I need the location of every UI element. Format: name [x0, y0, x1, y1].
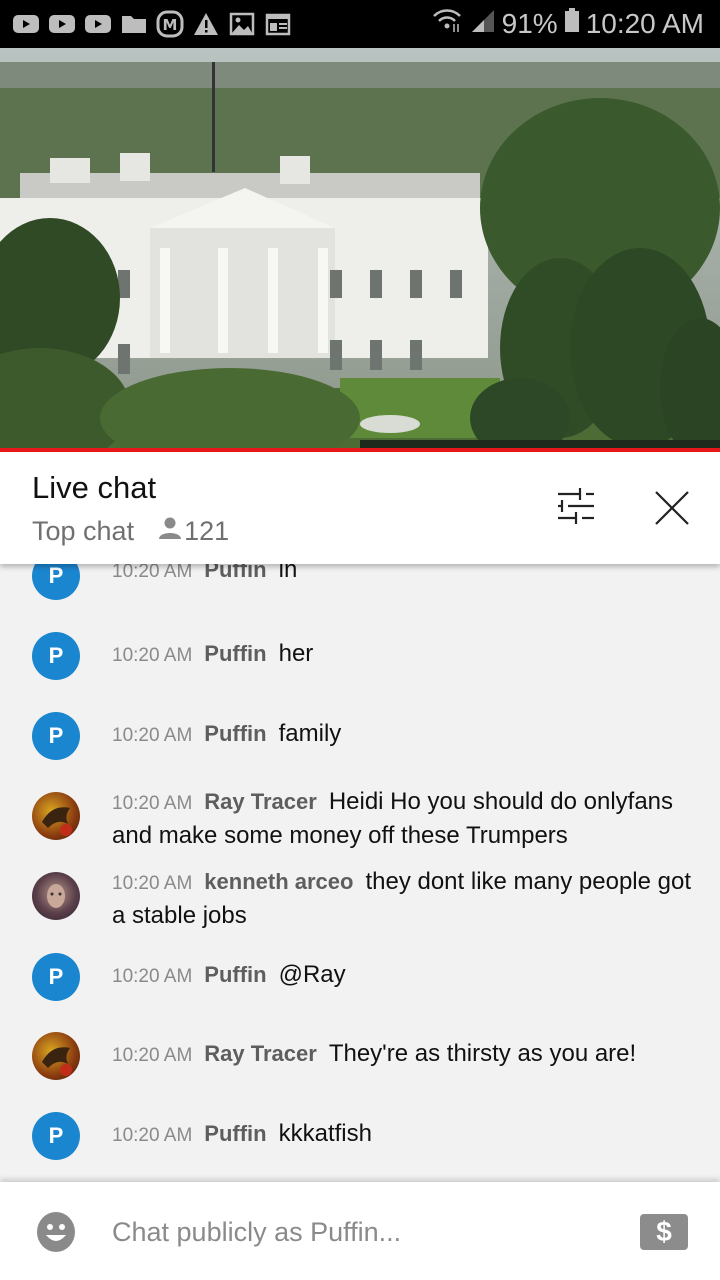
- emoji-button[interactable]: [36, 1212, 76, 1252]
- svg-text:M: M: [163, 16, 178, 34]
- message-author[interactable]: Puffin: [204, 641, 266, 666]
- live-chat-header: Live chat Top chat 121: [0, 452, 720, 564]
- person-icon: [158, 516, 184, 547]
- avatar[interactable]: [32, 792, 80, 840]
- live-chat-title: Live chat: [32, 470, 157, 505]
- warning-icon: [192, 10, 220, 38]
- youtube-icon: [84, 10, 112, 38]
- viewer-count: 121: [158, 516, 229, 547]
- avatar[interactable]: P: [32, 564, 80, 600]
- message-author[interactable]: Puffin: [204, 564, 266, 582]
- message-text: her: [278, 640, 314, 667]
- status-bar: M 91% 10:20 AM: [0, 0, 720, 48]
- message-text: in: [278, 564, 298, 583]
- message-text: They're as thirsty as you are!: [328, 1040, 637, 1067]
- chat-mode-label: Top chat: [32, 516, 135, 546]
- viewer-count-value: 121: [184, 516, 230, 546]
- message-time: 10:20 AM: [112, 645, 193, 666]
- message-text: kkkatfish: [278, 1120, 372, 1147]
- chat-mode-selector[interactable]: Top chat 121: [32, 516, 229, 547]
- message-time: 10:20 AM: [112, 725, 193, 746]
- message-author[interactable]: Puffin: [204, 721, 266, 746]
- smiley-icon: [37, 1212, 75, 1252]
- m-app-icon: M: [156, 10, 184, 38]
- sliders-icon: [558, 488, 594, 524]
- battery-icon: [564, 6, 580, 41]
- message-text: they dont like many people got a stable …: [112, 868, 691, 929]
- message-time: 10:20 AM: [112, 1125, 193, 1146]
- message-time: 10:20 AM: [112, 1045, 193, 1066]
- video-player[interactable]: [0, 48, 720, 450]
- filter-settings-button[interactable]: [552, 488, 600, 528]
- clock: 10:20 AM: [585, 7, 704, 39]
- close-icon: [655, 491, 689, 525]
- face-avatar-image: [47, 884, 65, 908]
- avatar[interactable]: P: [32, 712, 80, 760]
- wifi-icon: [430, 6, 464, 41]
- battery-level: 91%: [501, 7, 558, 39]
- message-author[interactable]: Ray Tracer: [204, 1041, 317, 1066]
- youtube-icon: [48, 10, 76, 38]
- chat-message-input[interactable]: [112, 1210, 592, 1254]
- dollar-icon: $: [656, 1216, 672, 1247]
- chat-message-list[interactable]: P 10:20 AM Puffin in P 10:20 AM Puffin her P…: [0, 564, 720, 1180]
- fire-avatar-image: [42, 807, 72, 836]
- message-time: 10:20 AM: [112, 793, 193, 814]
- message-text: @Ray: [278, 961, 346, 988]
- message-author[interactable]: kenneth arceo: [204, 869, 353, 894]
- message-text: family: [278, 720, 342, 747]
- notification-icons: M: [12, 10, 292, 38]
- message-text: Heidi Ho you should do onlyfans and make…: [112, 788, 674, 849]
- avatar[interactable]: [32, 872, 80, 920]
- news-icon: [264, 10, 292, 38]
- video-frame: [0, 48, 720, 450]
- message-time: 10:20 AM: [112, 966, 193, 987]
- super-chat-button[interactable]: $: [640, 1214, 688, 1250]
- youtube-icon: [12, 10, 40, 38]
- message-author[interactable]: Ray Tracer: [204, 789, 317, 814]
- message-time: 10:20 AM: [112, 564, 193, 582]
- signal-icon: [470, 6, 496, 41]
- message-author[interactable]: Puffin: [204, 1121, 266, 1146]
- avatar[interactable]: P: [32, 953, 80, 1001]
- image-icon: [228, 10, 256, 38]
- close-chat-button[interactable]: [648, 484, 696, 532]
- folder-icon: [120, 10, 148, 38]
- avatar[interactable]: P: [32, 632, 80, 680]
- message-author[interactable]: Puffin: [204, 962, 266, 987]
- avatar[interactable]: P: [32, 1112, 80, 1160]
- chat-input-bar: $: [0, 1182, 720, 1280]
- message-time: 10:20 AM: [112, 873, 193, 894]
- fire-avatar-image: [42, 1047, 72, 1076]
- avatar[interactable]: [32, 1032, 80, 1080]
